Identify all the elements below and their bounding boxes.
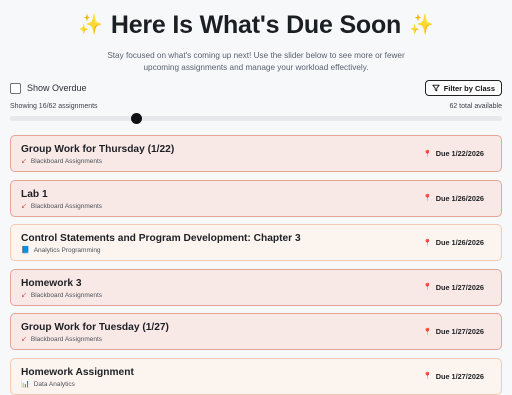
blackboard-arrow-icon: ↙ <box>21 336 27 343</box>
page-subtitle: Stay focused on what's coming up next! U… <box>107 51 405 72</box>
due-date: 📍 Due 1/22/2026 <box>423 149 484 158</box>
page-title: ✨ Here Is What's Due Soon ✨ <box>0 10 512 40</box>
filter-by-class-button[interactable]: Filter by Class <box>424 80 502 96</box>
assignment-title: Homework Assignment <box>21 366 134 378</box>
controls-bar: Show Overdue Filter by Class <box>10 80 502 96</box>
assignment-card[interactable]: Group Work for Tuesday (1/27) ↙ Blackboa… <box>10 313 502 350</box>
course-name: Blackboard Assignments <box>30 158 103 165</box>
assignment-title: Control Statements and Program Developme… <box>21 233 301 244</box>
assignment-title: Homework 3 <box>21 277 82 289</box>
course-name: Blackboard Assignments <box>30 336 103 343</box>
assignment-counts: Showing 16/62 assignments 62 total avail… <box>10 103 502 110</box>
assignment-course: ↙ Blackboard Assignments <box>21 203 491 210</box>
due-date-text: Due 1/22/2026 <box>435 149 484 158</box>
due-date-text: Due 1/26/2026 <box>435 238 484 247</box>
assignment-course: ↙ Blackboard Assignments <box>21 336 491 343</box>
pin-icon: 📍 <box>423 150 432 158</box>
due-date: 📍 Due 1/26/2026 <box>423 238 484 247</box>
page-title-text: Here Is What's Due Soon <box>110 10 402 39</box>
due-date: 📍 Due 1/27/2026 <box>423 283 484 292</box>
sparkle-icon: ✨ <box>409 14 434 36</box>
chart-icon: 📊 <box>21 380 30 388</box>
slider-fill <box>10 116 137 121</box>
course-name: Analytics Programming <box>33 247 101 254</box>
showing-count: Showing 16/62 assignments <box>10 103 98 110</box>
due-date-text: Due 1/26/2026 <box>435 193 484 203</box>
assignment-course: ↙ Blackboard Assignments <box>21 292 491 299</box>
show-overdue-toggle[interactable]: Show Overdue <box>10 82 87 94</box>
course-name: Data Analytics <box>33 380 75 388</box>
assignment-list: Group Work for Thursday (1/22) ↙ Blackbo… <box>10 135 502 395</box>
assignment-title: Lab 1 <box>21 188 48 200</box>
pin-icon: 📍 <box>423 195 432 202</box>
total-count: 62 total available <box>449 103 502 110</box>
slider-thumb[interactable] <box>131 113 143 124</box>
course-name: Blackboard Assignments <box>30 202 103 210</box>
sparkle-icon: ✨ <box>78 14 103 36</box>
assignment-card[interactable]: Lab 1 ↙ Blackboard Assignments 📍 Due 1/2… <box>10 179 502 217</box>
assignment-card[interactable]: Control Statements and Program Developme… <box>10 224 502 261</box>
pin-icon: 📍 <box>423 328 432 336</box>
page-header: ✨ Here Is What's Due Soon ✨ Stay focused… <box>0 10 512 74</box>
due-date-text: Due 1/27/2026 <box>435 371 484 381</box>
pin-icon: 📍 <box>423 284 432 291</box>
show-overdue-label: Show Overdue <box>27 83 87 93</box>
due-date: 📍 Due 1/26/2026 <box>423 194 484 203</box>
book-icon: 📘 <box>21 247 30 254</box>
assignment-course: 📘 Analytics Programming <box>21 247 491 254</box>
assignment-card[interactable]: Group Work for Thursday (1/22) ↙ Blackbo… <box>10 135 502 172</box>
assignment-title: Group Work for Thursday (1/22) <box>21 144 175 155</box>
blackboard-arrow-icon: ↙ <box>21 202 27 210</box>
course-name: Blackboard Assignments <box>30 291 103 299</box>
assignment-course: 📊 Data Analytics <box>21 381 491 388</box>
due-date-text: Due 1/27/2026 <box>435 282 484 292</box>
pin-icon: 📍 <box>423 239 432 247</box>
blackboard-arrow-icon: ↙ <box>21 158 27 165</box>
filter-icon <box>432 84 440 92</box>
assignment-card[interactable]: Homework Assignment 📊 Data Analytics 📍 D… <box>10 357 502 395</box>
due-date: 📍 Due 1/27/2026 <box>423 372 484 381</box>
filter-by-class-label: Filter by Class <box>443 83 495 93</box>
due-date: 📍 Due 1/27/2026 <box>423 327 484 336</box>
assignment-course: ↙ Blackboard Assignments <box>21 158 491 165</box>
assignment-title: Group Work for Tuesday (1/27) <box>21 322 169 333</box>
blackboard-arrow-icon: ↙ <box>21 291 27 299</box>
assignment-card[interactable]: Homework 3 ↙ Blackboard Assignments 📍 Du… <box>10 268 502 306</box>
due-date-text: Due 1/27/2026 <box>435 327 484 336</box>
assignment-count-slider[interactable] <box>10 113 502 124</box>
show-overdue-checkbox[interactable] <box>10 82 21 94</box>
pin-icon: 📍 <box>423 373 432 380</box>
